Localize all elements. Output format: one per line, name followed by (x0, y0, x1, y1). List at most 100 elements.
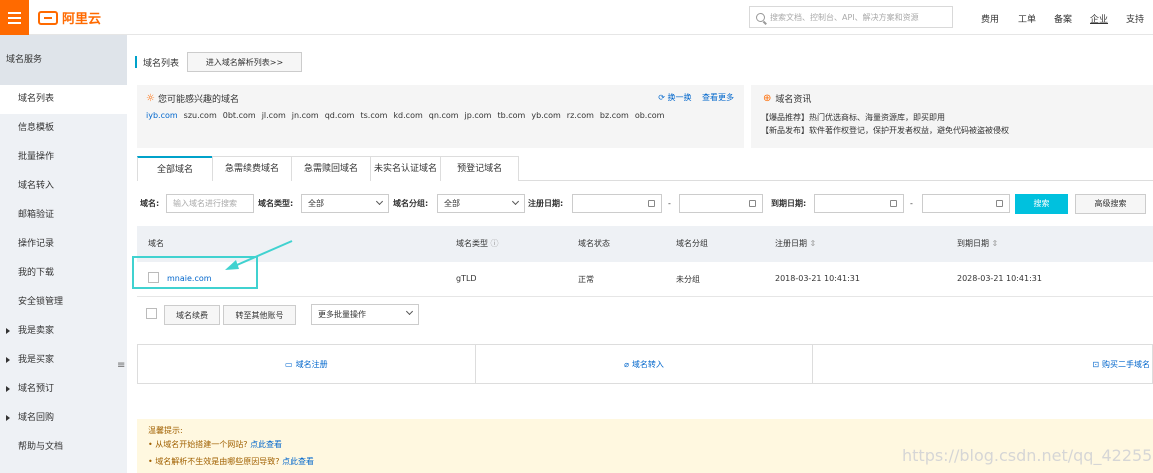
suggested-domain[interactable]: szu.com (184, 111, 217, 120)
suggested-domains: iyb.com szu.com 0bt.com jl.com jn.com qd.com t… (146, 111, 670, 120)
register-domain-link[interactable]: ▭ 域名注册 (138, 345, 476, 383)
quick-links: ▭ 域名注册 ⌀ 域名转入 ⊡ 购买二手域名 (137, 344, 1153, 384)
search-button[interactable]: 搜索 (1015, 193, 1068, 214)
news-line[interactable]: 【爆品推荐】热门优选商标、海量资源库，即买即用 (761, 111, 1009, 124)
tab-preregistered[interactable]: 预登记域名 (440, 156, 520, 181)
suggested-domain[interactable]: qn.com (429, 111, 459, 120)
row-exp-date: 2028-03-21 10:41:31 (957, 274, 1042, 283)
tab-renew-urgent[interactable]: 急需续费域名 (212, 156, 293, 181)
search-input[interactable]: 搜索文档、控制台、API、解决方案和资源 (749, 6, 953, 28)
reg-date-end[interactable] (679, 194, 763, 213)
caret-right-icon (6, 328, 10, 334)
page-title-row: 域名列表 进入域名解析列表>> (135, 52, 303, 72)
col-group: 域名分组 (676, 239, 708, 248)
suggested-domain[interactable]: jn.com (292, 111, 319, 120)
sidebar-item-downloads[interactable]: 我的下载 (0, 259, 127, 288)
suggested-domain[interactable]: qd.com (325, 111, 355, 120)
title-accent (135, 56, 137, 68)
sort-icon[interactable]: ⇕ (992, 239, 999, 248)
tip-link[interactable]: 点此查看 (250, 440, 282, 449)
resolve-list-button[interactable]: 进入域名解析列表>> (187, 52, 303, 72)
sidebar-collapse-icon[interactable]: ≡ (117, 360, 127, 375)
sidebar-item-label: 域名预订 (18, 384, 55, 394)
renew-button[interactable]: 域名续费 (164, 305, 220, 325)
suggested-domain[interactable]: bz.com (600, 111, 629, 120)
suggested-domain[interactable]: jl.com (262, 111, 286, 120)
aliyun-logo[interactable]: 阿里云 (38, 9, 101, 27)
sidebar-item-reserve[interactable]: 域名预订 (0, 375, 127, 404)
suggested-domain[interactable]: tb.com (497, 111, 525, 120)
suggested-domain[interactable]: yb.com (531, 111, 560, 120)
sidebar-item-buyback[interactable]: 域名回购 (0, 404, 127, 433)
sidebar-item-label: 我是卖家 (18, 326, 55, 336)
tab-unverified[interactable]: 未实名认证域名 (370, 156, 442, 181)
nav-tickets[interactable]: 工单 (1018, 12, 1036, 25)
sidebar-item-logs[interactable]: 操作记录 (0, 230, 127, 259)
buy-secondhand-link[interactable]: ⊡ 购买二手域名 (813, 345, 1152, 383)
nav-fees[interactable]: 费用 (981, 12, 999, 25)
nav-enterprise[interactable]: 企业 (1090, 12, 1108, 25)
type-filter-value: 全部 (308, 199, 324, 208)
col-exp-date[interactable]: 到期日期 ⇕ (957, 238, 998, 249)
transfer-account-button[interactable]: 转至其他账号 (223, 305, 296, 325)
tab-redeem-urgent[interactable]: 急需赎回域名 (291, 156, 372, 181)
bulk-more-select[interactable]: 更多批量操作 (311, 304, 419, 325)
more-link[interactable]: 查看更多 (702, 93, 734, 102)
sidebar-item-label: 我的下载 (18, 268, 55, 278)
link-label: 域名转入 (631, 359, 664, 369)
exp-date-start[interactable] (814, 194, 904, 213)
sidebar-item-label: 信息模板 (18, 123, 55, 133)
type-filter-select[interactable]: 全部 (301, 194, 389, 213)
suggested-domain[interactable]: iyb.com (146, 111, 178, 120)
caret-right-icon (6, 357, 10, 363)
sidebar-item-transfer-in[interactable]: 域名转入 (0, 172, 127, 201)
sort-icon[interactable]: ⇕ (810, 239, 817, 248)
nav-icp[interactable]: 备案 (1054, 12, 1072, 25)
date-dash: - (910, 199, 913, 208)
sidebar-item-label: 域名转入 (18, 181, 55, 191)
main-content: 域名列表 进入域名解析列表>> ☼ 您可能感兴趣的域名 ⟳ 换一换 查看更多 i… (127, 35, 1153, 473)
reg-date-start[interactable] (572, 194, 662, 213)
sidebar-item-batch[interactable]: 批量操作 (0, 143, 127, 172)
sidebar-item-seller[interactable]: 我是卖家 (0, 317, 127, 346)
nav-support[interactable]: 支持 (1126, 12, 1144, 25)
select-all-checkbox[interactable] (146, 308, 157, 322)
sidebar-item-help[interactable]: 帮助与文档 (0, 433, 127, 462)
col-reg-date[interactable]: 注册日期 ⇕ (775, 238, 816, 249)
suggested-domain[interactable]: jp.com (465, 111, 492, 120)
news-line[interactable]: 【新品发布】软件著作权登记，保护开发者权益，避免代码被盗被侵权 (761, 124, 1009, 137)
menu-icon[interactable] (0, 0, 29, 35)
page-title: 域名列表 (143, 58, 180, 69)
help-icon[interactable]: ⓘ (491, 239, 499, 248)
sidebar-item-label: 批量操作 (18, 152, 55, 162)
suggested-domain[interactable]: ts.com (360, 111, 387, 120)
bulk-more-label: 更多批量操作 (318, 310, 366, 319)
refresh-icon[interactable]: ⟳ (658, 93, 665, 102)
sidebar-item-info-template[interactable]: 信息模板 (0, 114, 127, 143)
suggested-domain[interactable]: kd.com (393, 111, 422, 120)
suggested-domain[interactable]: rz.com (567, 111, 594, 120)
suggested-domain[interactable]: 0bt.com (223, 111, 256, 120)
tip-link[interactable]: 点此查看 (282, 457, 314, 466)
exp-date-end[interactable] (922, 194, 1010, 213)
sidebar-item-label: 邮箱验证 (18, 210, 55, 220)
advanced-search-button[interactable]: 高级搜索 (1075, 193, 1146, 214)
group-filter-select[interactable]: 全部 (437, 194, 525, 213)
refresh-link[interactable]: 换一换 (667, 93, 691, 102)
domain-filter-input[interactable]: 输入域名进行搜索 (166, 194, 254, 213)
row-group: 未分组 (676, 275, 700, 284)
sidebar-item-security-lock[interactable]: 安全锁管理 (0, 288, 127, 317)
sidebar-item-domain-list[interactable]: 域名列表 (0, 85, 127, 114)
bulk-actions: 域名续费 转至其他账号 更多批量操作 (137, 304, 1153, 332)
tab-all-domains[interactable]: 全部域名 (137, 156, 214, 181)
interest-title: 您可能感兴趣的域名 (157, 95, 239, 105)
transfer-domain-link[interactable]: ⌀ 域名转入 (476, 345, 814, 383)
sidebar-item-email-verify[interactable]: 邮箱验证 (0, 201, 127, 230)
sidebar-item-buyer[interactable]: 我是买家 (0, 346, 127, 375)
tip-text: • 域名解析不生效是由哪些原因导致? (148, 457, 280, 466)
register-icon: ▭ (285, 359, 293, 369)
suggested-domain[interactable]: ob.com (635, 111, 665, 120)
type-filter-label: 域名类型: (258, 199, 294, 208)
gift-icon: ⊕ (763, 93, 772, 104)
sidebar-item-label: 我是买家 (18, 355, 55, 365)
